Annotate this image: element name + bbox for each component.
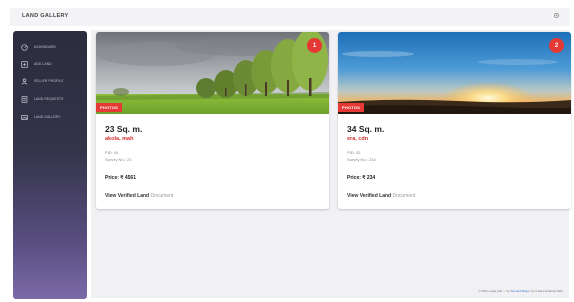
card-number-badge: 1	[307, 38, 322, 53]
page-title: LAND GALLERY	[22, 13, 69, 19]
land-area: 23 Sq. m.	[105, 124, 143, 134]
sidebar-item-label: DASHBOARD	[34, 45, 56, 49]
footer-suffix: for a Decentralized Web	[530, 289, 563, 293]
footer-author-link[interactable]: Sid and Mayur	[511, 289, 530, 293]
sidebar-item-land-requests[interactable]: LAND REQUESTS	[21, 94, 64, 104]
view-verified-land-link[interactable]: View Verified Land	[347, 193, 391, 199]
land-card[interactable]: 2 PHOTOS 34 Sq. m. era, cdn PID: 32 Surv…	[338, 32, 571, 209]
sidebar-item-land-gallery[interactable]: LAND GALLERY	[21, 112, 60, 122]
main-content: 1 PHOTOS 23 Sq. m. akola, mah PID: 44 Su…	[91, 30, 571, 298]
view-verified-land-link[interactable]: View Verified Land	[105, 193, 149, 199]
dashboard-icon	[21, 43, 28, 51]
land-area: 34 Sq. m.	[347, 124, 385, 134]
settings-icon[interactable]	[553, 12, 560, 21]
sidebar-item-label: ADD LAND	[34, 62, 52, 66]
land-pid: PID: 44	[105, 150, 119, 155]
sidebar-item-label: LAND GALLERY	[34, 115, 61, 119]
land-location: era, cdn	[347, 136, 369, 142]
land-card[interactable]: 1 PHOTOS 23 Sq. m. akola, mah PID: 44 Su…	[96, 32, 329, 209]
user-icon	[21, 77, 28, 85]
land-photo[interactable]: 1 PHOTOS	[96, 32, 329, 114]
gallery-icon	[21, 114, 28, 121]
verified-document-link[interactable]: View Verified Land Document	[105, 193, 173, 199]
land-photo[interactable]: 2 PHOTOS	[338, 32, 571, 114]
footer-prefix: © 2021 made with ♡ by	[478, 289, 510, 293]
sidebar-item-add-land[interactable]: ADD LAND	[21, 59, 52, 69]
land-survey-number: Survey No.: 234	[347, 157, 376, 162]
photos-tag[interactable]: PHOTOS	[338, 103, 365, 112]
land-price: Price: ₹ 234	[347, 175, 376, 181]
sidebar-item-label: LAND REQUESTS	[34, 97, 64, 101]
sidebar-item-label: SELLER PROFILE	[34, 79, 64, 83]
sidebar-item-seller-profile[interactable]: SELLER PROFILE	[21, 76, 64, 86]
land-pid: PID: 32	[347, 150, 361, 155]
verified-document-link[interactable]: View Verified Land Document	[347, 193, 415, 199]
photos-tag[interactable]: PHOTOS	[96, 103, 123, 112]
list-icon	[21, 95, 28, 103]
land-survey-number: Survey No.: 23	[105, 157, 132, 162]
document-link[interactable]: Document	[392, 193, 415, 199]
footer-credits: © 2021 made with ♡ by Sid and Mayur for …	[478, 289, 563, 293]
sidebar: DASHBOARD ADD LAND SELLER PROFILE LAND R…	[13, 31, 87, 299]
land-price: Price: ₹ 4561	[105, 175, 136, 181]
document-link[interactable]: Document	[150, 193, 173, 199]
sidebar-item-dashboard[interactable]: DASHBOARD	[21, 42, 56, 52]
land-location: akola, mah	[105, 136, 134, 142]
add-land-icon	[21, 60, 28, 68]
top-bar: LAND GALLERY	[10, 8, 570, 26]
card-number-badge: 2	[549, 38, 564, 53]
